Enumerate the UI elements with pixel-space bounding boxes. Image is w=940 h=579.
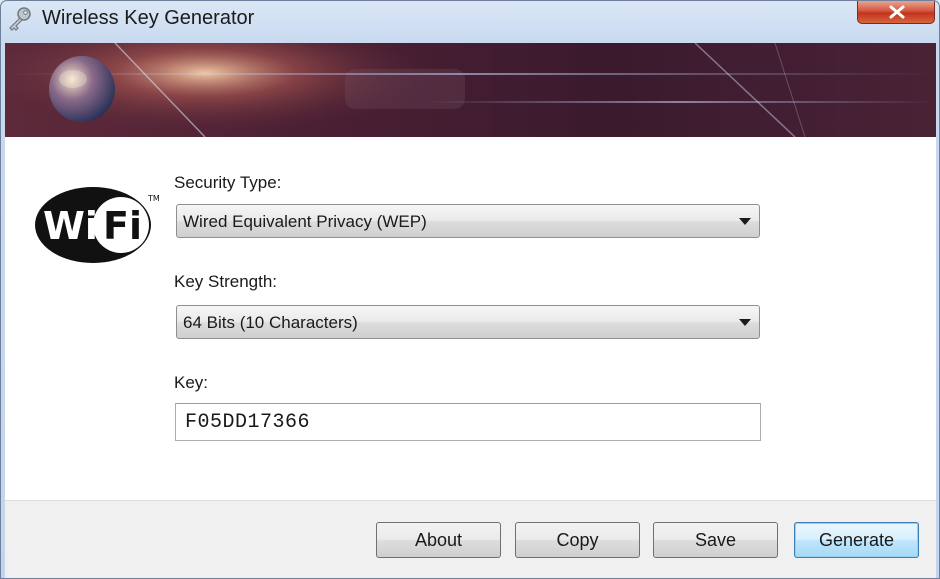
chevron-down-icon — [739, 218, 751, 225]
about-button[interactable]: About — [376, 522, 501, 558]
close-icon — [889, 5, 905, 19]
key-strength-label: Key Strength: — [174, 272, 278, 291]
globe-icon — [49, 56, 115, 122]
svg-text:TM: TM — [147, 194, 160, 203]
title-bar[interactable]: Wireless Key Generator — [1, 1, 939, 39]
security-type-value: Wired Equivalent Privacy (WEP) — [183, 212, 427, 231]
generate-button[interactable]: Generate — [794, 522, 919, 558]
key-label: Key: — [174, 373, 209, 392]
key-field[interactable]: F05DD17366 — [175, 403, 761, 441]
key-icon — [7, 6, 33, 32]
header-banner — [5, 43, 936, 137]
button-bar: About Copy Save Generate — [5, 500, 936, 578]
wifi-logo: Wi Fi TM — [33, 183, 161, 272]
save-button[interactable]: Save — [653, 522, 778, 558]
close-button[interactable] — [857, 1, 935, 24]
svg-text:Fi: Fi — [103, 204, 142, 248]
svg-text:Wi: Wi — [43, 204, 98, 248]
window-title: Wireless Key Generator — [42, 7, 255, 29]
chevron-down-icon — [739, 319, 751, 326]
security-type-dropdown[interactable]: Wired Equivalent Privacy (WEP) — [176, 204, 760, 238]
key-strength-dropdown[interactable]: 64 Bits (10 Characters) — [176, 305, 760, 339]
copy-button[interactable]: Copy — [515, 522, 640, 558]
key-strength-value: 64 Bits (10 Characters) — [183, 313, 358, 332]
main-panel: Wi Fi TM Security Type: Wired Equivalent… — [5, 137, 936, 500]
app-window: Wireless Key Generator Wi Fi TM Security… — [0, 0, 940, 579]
security-type-label: Security Type: — [174, 173, 282, 192]
